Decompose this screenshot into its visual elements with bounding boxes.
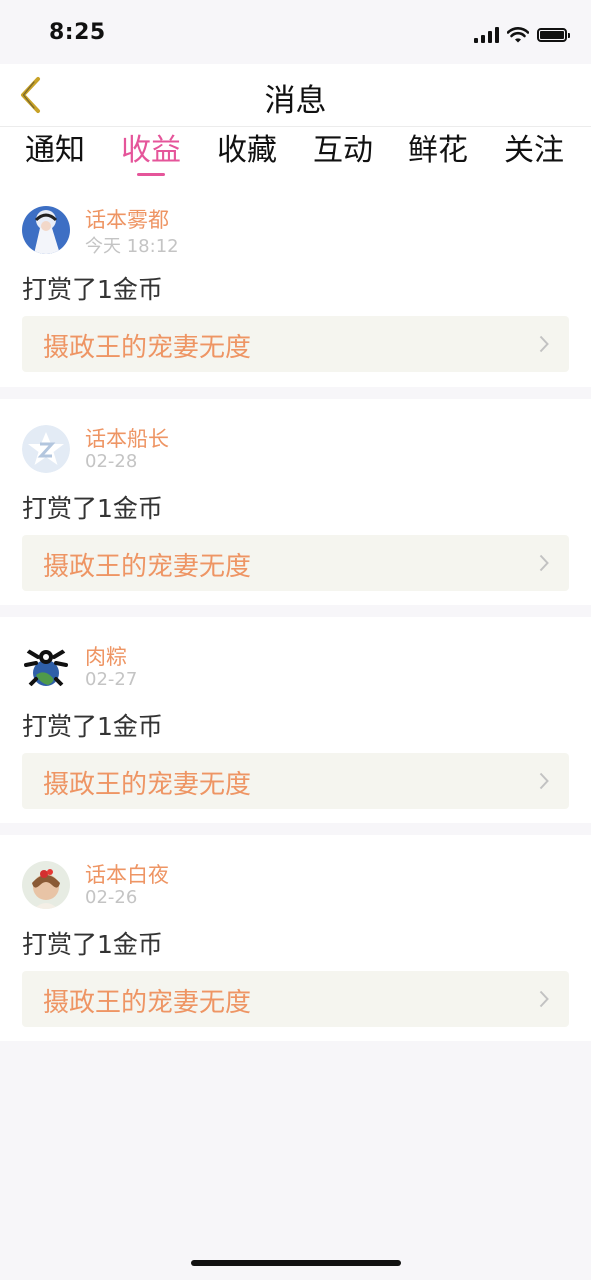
message-action: 打赏了1金币 xyxy=(22,712,163,741)
message-time: 今天 18:12 xyxy=(85,236,179,257)
user-name[interactable]: 肉粽 xyxy=(85,641,127,671)
nav-bar: 消息 xyxy=(0,64,591,127)
status-time: 8:25 xyxy=(49,20,106,45)
chevron-right-icon xyxy=(539,772,549,790)
chevron-right-icon xyxy=(539,335,549,353)
home-indicator[interactable] xyxy=(191,1260,401,1266)
tab-flowers[interactable]: 鲜花 xyxy=(403,131,473,171)
book-title: 摄政王的宠妻无度 xyxy=(43,552,252,582)
book-link[interactable]: 摄政王的宠妻无度 xyxy=(22,753,569,809)
tab-favorites[interactable]: 收藏 xyxy=(212,131,282,171)
message-action: 打赏了1金币 xyxy=(22,930,163,959)
wifi-icon xyxy=(507,27,529,43)
status-icons xyxy=(474,24,570,46)
avatar[interactable] xyxy=(22,643,70,691)
tab-interactions[interactable]: 互动 xyxy=(308,131,378,171)
tab-following[interactable]: 关注 xyxy=(499,131,569,171)
active-tab-indicator xyxy=(137,173,165,176)
book-title: 摄政王的宠妻无度 xyxy=(43,988,252,1018)
book-link[interactable]: 摄政王的宠妻无度 xyxy=(22,971,569,1027)
message-time: 02-27 xyxy=(85,669,138,690)
message-card: 话本雾都 今天 18:12 打赏了1金币 摄政王的宠妻无度 xyxy=(0,180,591,387)
tab-bar: 通知 收益 收藏 互动 鲜花 关注 xyxy=(0,127,591,180)
book-title: 摄政王的宠妻无度 xyxy=(43,333,252,363)
battery-icon xyxy=(537,28,570,42)
tab-earnings[interactable]: 收益 xyxy=(116,131,186,176)
message-time: 02-28 xyxy=(85,451,138,472)
user-name[interactable]: 话本雾都 xyxy=(85,204,169,234)
message-card: 话本白夜 02-26 打赏了1金币 摄政王的宠妻无度 xyxy=(0,835,591,1041)
message-action: 打赏了1金币 xyxy=(22,275,163,304)
message-time: 02-26 xyxy=(85,887,138,908)
avatar[interactable] xyxy=(22,425,70,473)
status-bar: 8:25 xyxy=(0,0,591,64)
user-name[interactable]: 话本船长 xyxy=(85,423,169,453)
message-list: 话本雾都 今天 18:12 打赏了1金币 摄政王的宠妻无度 话本船长 02-28… xyxy=(0,180,591,1053)
message-card: 肉粽 02-27 打赏了1金币 摄政王的宠妻无度 xyxy=(0,617,591,823)
avatar[interactable] xyxy=(22,861,70,909)
user-name[interactable]: 话本白夜 xyxy=(85,859,169,889)
book-title: 摄政王的宠妻无度 xyxy=(43,770,252,800)
tab-earnings-label: 收益 xyxy=(121,133,181,168)
cellular-signal-icon xyxy=(474,27,499,43)
tab-notifications[interactable]: 通知 xyxy=(20,131,90,171)
book-link[interactable]: 摄政王的宠妻无度 xyxy=(22,535,569,591)
message-card: 话本船长 02-28 打赏了1金币 摄政王的宠妻无度 xyxy=(0,399,591,605)
avatar[interactable] xyxy=(22,206,70,254)
page-title: 消息 xyxy=(264,83,327,119)
chevron-right-icon xyxy=(539,990,549,1008)
chevron-right-icon xyxy=(539,554,549,572)
book-link[interactable]: 摄政王的宠妻无度 xyxy=(22,316,569,372)
message-action: 打赏了1金币 xyxy=(22,494,163,523)
